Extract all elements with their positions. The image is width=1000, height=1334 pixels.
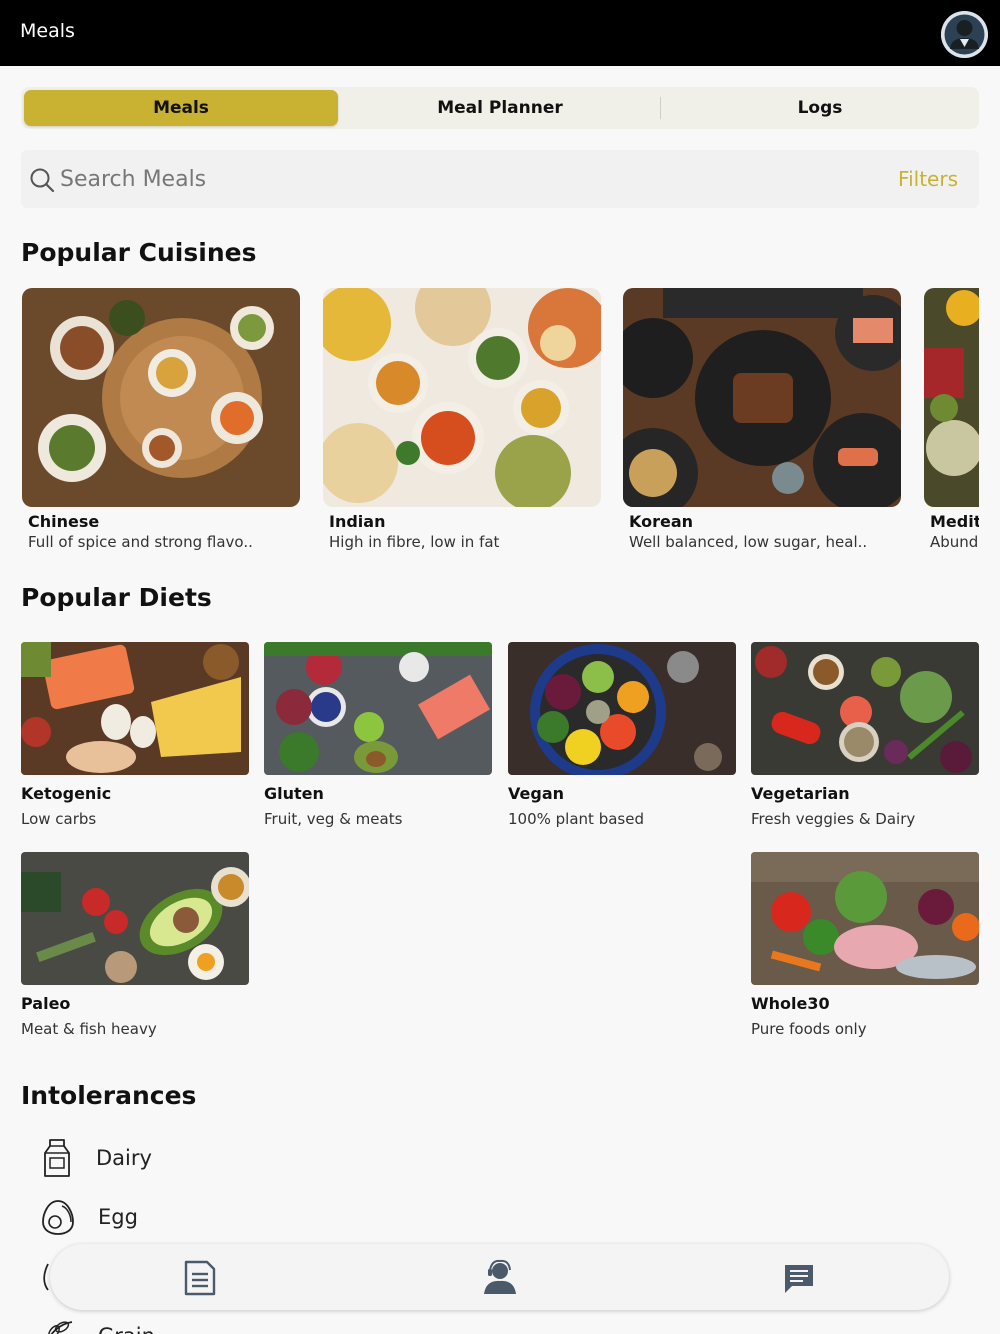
diet-desc: Low carbs: [21, 810, 97, 828]
diet-image-vegan: [508, 642, 736, 775]
cuisine-name: Chinese: [28, 512, 100, 531]
intolerance-item-grain[interactable]: Grain: [40, 1318, 155, 1334]
diet-desc: Fresh veggies & Dairy: [751, 810, 916, 828]
intolerance-item-egg[interactable]: Egg: [40, 1198, 138, 1236]
page-title: Meals: [20, 20, 75, 42]
diet-card[interactable]: Vegan 100% plant based: [508, 642, 736, 832]
cuisine-name: Medit: [930, 512, 979, 531]
cuisine-image-indian: [323, 288, 601, 507]
intolerance-item-dairy[interactable]: Dairy: [40, 1138, 152, 1178]
cuisine-card[interactable]: Chinese Full of spice and strong flavo..: [22, 288, 300, 558]
search-input[interactable]: Search Meals: [60, 167, 206, 192]
diet-image-paleo: [21, 852, 249, 985]
cuisines-heading: Popular Cuisines: [21, 238, 257, 267]
cuisine-desc: Well balanced, low sugar, heal..: [629, 533, 868, 551]
diet-card[interactable]: Gluten Fruit, veg & meats: [264, 642, 492, 832]
user-avatar[interactable]: [941, 11, 988, 58]
diets-heading: Popular Diets: [21, 583, 212, 612]
user-support-icon: [484, 1259, 516, 1294]
diet-desc: Meat & fish heavy: [21, 1020, 157, 1038]
search-icon: [30, 168, 55, 193]
cuisine-image-mediterranean: [924, 288, 979, 507]
diet-card[interactable]: Paleo Meat & fish heavy: [21, 852, 249, 1042]
cuisine-image-chinese: [22, 288, 300, 507]
nav-profile-button[interactable]: [480, 1258, 520, 1298]
tab-divider: [660, 97, 661, 119]
diet-image-whole30: [751, 852, 979, 985]
diet-image-ketogenic: [21, 642, 249, 775]
diet-name: Ketogenic: [21, 784, 112, 803]
cuisine-card[interactable]: Medit Abund: [924, 288, 979, 558]
search-bar[interactable]: Search Meals Filters: [21, 150, 979, 208]
cuisine-image-korean: [623, 288, 901, 507]
diet-name: Vegetarian: [751, 784, 850, 803]
nav-chat-button[interactable]: [779, 1258, 819, 1298]
cuisines-carousel[interactable]: Chinese Full of spice and strong flavo..…: [0, 280, 979, 570]
diet-desc: Pure foods only: [751, 1020, 867, 1038]
diet-name: Paleo: [21, 994, 71, 1013]
cuisine-card[interactable]: Korean Well balanced, low sugar, heal..: [623, 288, 901, 558]
grain-icon: [48, 1321, 73, 1334]
diet-name: Vegan: [508, 784, 564, 803]
cuisine-desc: Abund: [930, 533, 979, 551]
top-bar: Meals: [0, 0, 1000, 66]
diet-card[interactable]: Whole30 Pure foods only: [751, 852, 979, 1042]
filters-button[interactable]: Filters: [898, 167, 958, 191]
milk-carton-icon: [44, 1139, 70, 1177]
diet-name: Gluten: [264, 784, 324, 803]
cuisine-name: Korean: [629, 512, 694, 531]
cuisine-desc: High in fibre, low in fat: [329, 533, 500, 551]
diet-image-gluten: [264, 642, 492, 775]
egg-icon: [42, 1200, 74, 1235]
segmented-tabs: Meals Meal Planner Logs: [21, 87, 979, 129]
bottom-nav: [50, 1244, 949, 1310]
avatar-icon: [941, 11, 988, 58]
diet-card[interactable]: Ketogenic Low carbs: [21, 642, 249, 832]
intolerance-label: Grain: [98, 1324, 155, 1334]
chat-icon: [785, 1265, 813, 1293]
intolerances-heading: Intolerances: [21, 1081, 197, 1110]
document-icon: [184, 1260, 216, 1296]
tab-meal-planner[interactable]: Meal Planner: [343, 90, 657, 126]
tab-meals[interactable]: Meals: [24, 90, 338, 126]
nav-document-button[interactable]: [180, 1258, 220, 1298]
cuisine-card[interactable]: Indian High in fibre, low in fat: [323, 288, 601, 558]
cuisine-name: Indian: [329, 512, 386, 531]
diet-name: Whole30: [751, 994, 830, 1013]
intolerance-label: Dairy: [96, 1146, 152, 1170]
cuisine-desc: Full of spice and strong flavo..: [28, 533, 253, 551]
diet-desc: 100% plant based: [508, 810, 644, 828]
diet-card[interactable]: Vegetarian Fresh veggies & Dairy: [751, 642, 979, 832]
tab-logs[interactable]: Logs: [663, 90, 977, 126]
diet-image-vegetarian: [751, 642, 979, 775]
intolerance-label: Egg: [98, 1205, 138, 1229]
diet-desc: Fruit, veg & meats: [264, 810, 403, 828]
